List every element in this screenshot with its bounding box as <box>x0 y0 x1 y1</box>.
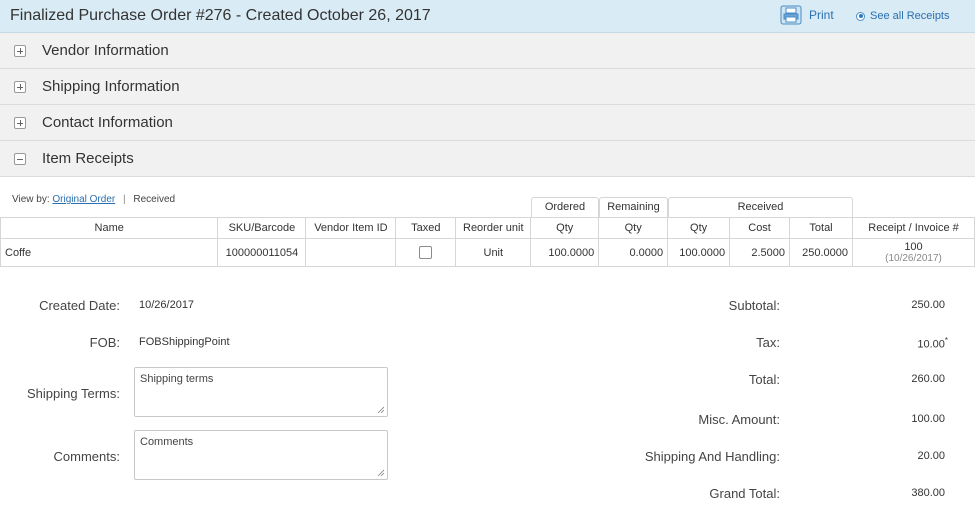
created-date-label: Created Date: <box>39 298 120 313</box>
resize-grip-icon[interactable] <box>377 469 384 476</box>
page-title: Finalized Purchase Order #276 - Created … <box>10 7 431 24</box>
see-all-receipts-link[interactable]: See all Receipts <box>856 10 950 22</box>
cell-vendor-item-id <box>305 238 397 267</box>
tax-value: 10.00 <box>917 338 945 351</box>
comments-textarea[interactable]: Comments <box>134 430 388 480</box>
cell-reorder-unit: Unit <box>455 238 532 267</box>
collapse-icon[interactable] <box>14 153 26 165</box>
grand-total-value: 380.00 <box>911 487 945 499</box>
view-received-link[interactable]: Received <box>133 194 175 205</box>
section-contact-information[interactable]: Contact Information <box>0 105 975 141</box>
expand-icon[interactable] <box>14 117 26 129</box>
view-by-label: View by: <box>12 194 50 205</box>
print-label: Print <box>809 8 834 22</box>
cell-remaining-qty: 0.0000 <box>598 238 669 267</box>
section-vendor-information[interactable]: Vendor Information <box>0 33 975 69</box>
comments-placeholder: Comments <box>140 436 194 448</box>
page-header: Finalized Purchase Order #276 - Created … <box>0 0 975 33</box>
column-header-sku: SKU/Barcode <box>217 217 307 239</box>
tax-label: Tax: <box>756 335 780 350</box>
shipping-handling-value: 20.00 <box>917 450 945 462</box>
subtotal-value: 250.00 <box>911 299 945 311</box>
item-receipts-table: Name SKU/Barcode Vendor Item ID Taxed Re… <box>0 217 975 267</box>
view-original-order-link[interactable]: Original Order <box>52 194 115 205</box>
table-row: Coffe 100000011054 Unit 100.0000 0.0000 … <box>0 238 975 267</box>
cell-total: 250.0000 <box>789 238 853 267</box>
total-label: Total: <box>748 372 780 387</box>
receipt-number: 100 <box>904 240 923 253</box>
section-shipping-information[interactable]: Shipping Information <box>0 69 975 105</box>
section-item-receipts[interactable]: Item Receipts <box>0 141 975 177</box>
printer-icon <box>780 5 802 25</box>
cell-sku: 100000011054 <box>217 238 307 267</box>
total-value: 260.00 <box>911 373 945 385</box>
cell-cost: 2.5000 <box>729 238 791 267</box>
cell-receipt-invoice: 100 (10/26/2017) <box>852 238 975 267</box>
shipping-handling-label: Shipping And Handling: <box>644 449 780 464</box>
see-all-receipts-label: See all Receipts <box>870 10 950 22</box>
cell-ordered-qty: 100.0000 <box>530 238 600 267</box>
print-button[interactable]: Print <box>780 5 834 25</box>
column-header-cost: Cost <box>729 217 791 239</box>
column-header-vendor-item-id: Vendor Item ID <box>305 217 397 239</box>
misc-amount-label: Misc. Amount: <box>698 412 780 427</box>
fob-label: FOB: <box>89 335 120 350</box>
column-header-receipt-invoice: Receipt / Invoice # <box>852 217 975 239</box>
receipt-date: (10/26/2017) <box>885 252 942 264</box>
tax-value-wrapper: 10.00* <box>848 336 948 351</box>
shipping-terms-textarea[interactable]: Shipping terms <box>134 367 388 417</box>
shipping-terms-label: Shipping Terms: <box>27 386 120 401</box>
taxed-checkbox[interactable] <box>419 246 433 259</box>
section-label: Shipping Information <box>42 78 180 95</box>
resize-grip-icon[interactable] <box>377 406 384 413</box>
section-label: Item Receipts <box>42 150 134 167</box>
column-header-taxed: Taxed <box>395 217 457 239</box>
misc-amount-value: 100.00 <box>911 413 945 425</box>
expand-icon[interactable] <box>14 81 26 93</box>
table-header-row: Name SKU/Barcode Vendor Item ID Taxed Re… <box>0 217 975 239</box>
cell-name: Coffe <box>0 238 219 267</box>
grand-total-label: Grand Total: <box>709 486 780 501</box>
column-header-received-qty: Qty <box>667 217 731 239</box>
group-ordered-header: Ordered <box>531 197 599 217</box>
subtotal-label: Subtotal: <box>728 298 780 313</box>
column-header-name: Name <box>0 217 219 239</box>
group-received-header: Received <box>668 197 853 217</box>
comments-label: Comments: <box>53 449 120 464</box>
section-label: Contact Information <box>42 114 173 131</box>
column-header-ordered-qty: Qty <box>530 217 600 239</box>
fob-value: FOBShippingPoint <box>139 336 230 348</box>
view-by-separator: | <box>123 194 126 205</box>
tax-footnote-mark: * <box>944 336 948 345</box>
cell-taxed <box>395 238 457 267</box>
view-by-bar: View by: Original Order | Received <box>12 194 175 205</box>
column-header-remaining-qty: Qty <box>598 217 669 239</box>
column-header-reorder-unit: Reorder unit <box>455 217 532 239</box>
expand-icon[interactable] <box>14 45 26 57</box>
radio-icon <box>856 11 865 21</box>
created-date-value: 10/26/2017 <box>139 299 195 311</box>
column-header-total: Total <box>789 217 853 239</box>
shipping-terms-placeholder: Shipping terms <box>140 373 214 385</box>
cell-received-qty: 100.0000 <box>667 238 731 267</box>
section-label: Vendor Information <box>42 42 169 59</box>
group-remaining-header: Remaining <box>599 197 668 217</box>
